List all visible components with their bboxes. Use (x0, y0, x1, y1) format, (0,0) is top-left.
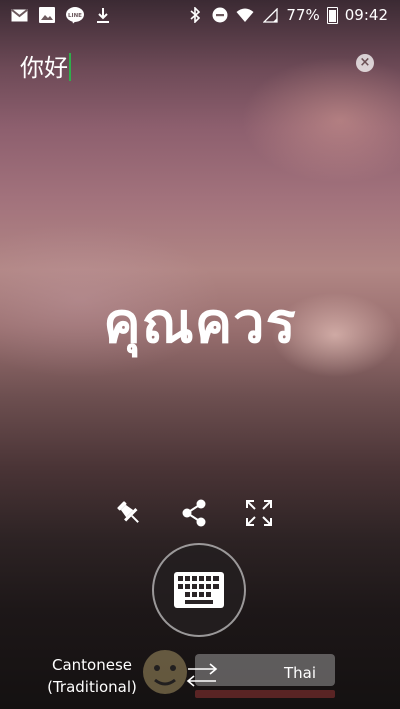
battery-icon (326, 6, 338, 24)
close-icon: × (359, 55, 371, 70)
line-label: LINE (68, 12, 82, 18)
translation-text: คุณควร (103, 291, 297, 356)
source-language-line2: (Traditional) (47, 678, 137, 696)
status-bar: LINE 77% 09:42 (0, 0, 400, 32)
do-not-disturb-icon (211, 6, 229, 24)
gmail-icon (10, 6, 28, 24)
fullscreen-icon (246, 500, 272, 526)
source-text: 你好 (20, 54, 68, 82)
pin-button[interactable] (113, 497, 145, 529)
target-language-button[interactable]: Thai (272, 664, 328, 682)
share-icon (182, 499, 206, 527)
signal-icon (261, 6, 279, 24)
source-language-button[interactable]: Cantonese (Traditional) (36, 654, 148, 698)
keyboard-button[interactable] (152, 543, 246, 637)
source-language-line1: Cantonese (51, 656, 132, 674)
bluetooth-icon (186, 6, 204, 24)
line-icon: LINE (66, 6, 84, 24)
wifi-icon (236, 6, 254, 24)
download-icon (94, 6, 112, 24)
clock: 09:42 (344, 6, 388, 24)
source-input-row[interactable]: 你好 × (20, 46, 380, 82)
clear-input-button[interactable]: × (356, 54, 374, 72)
battery-percent: 77% (286, 6, 320, 24)
source-text-input[interactable]: 你好 (20, 48, 71, 83)
swap-languages-icon[interactable] (180, 660, 224, 690)
keyboard-icon (174, 572, 224, 608)
share-button[interactable] (178, 497, 210, 529)
fullscreen-button[interactable] (243, 497, 275, 529)
gallery-icon (38, 6, 56, 24)
text-caret (69, 53, 71, 81)
translation-actions (0, 497, 400, 531)
pin-icon (117, 501, 139, 523)
